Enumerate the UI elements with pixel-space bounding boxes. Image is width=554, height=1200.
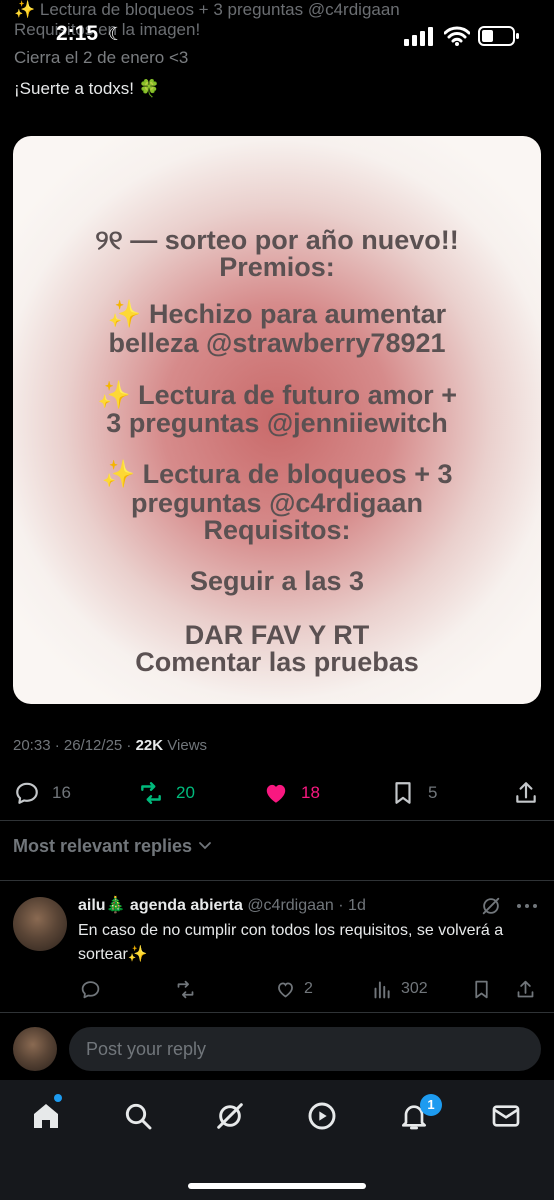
sparkle-icon: ✨ bbox=[107, 299, 142, 329]
bookmark-count: 5 bbox=[428, 783, 438, 802]
image-req-1: Seguir a las 3 bbox=[189, 566, 365, 596]
sparkle-icon: ✨ bbox=[101, 459, 136, 489]
views-chart-icon bbox=[374, 981, 390, 998]
reply-button[interactable]: 16 bbox=[14, 778, 71, 808]
reply-like-button[interactable]: 2 bbox=[275, 977, 313, 1001]
reply-header: ailu🎄 agenda abierta @c4rdigaan · 1d bbox=[78, 895, 366, 915]
reply-author-handle: @c4rdigaan · 1d bbox=[247, 897, 366, 914]
chevron-down-icon bbox=[199, 842, 211, 850]
grok-icon[interactable] bbox=[214, 1100, 246, 1132]
like-count: 18 bbox=[301, 783, 320, 802]
image-title: ୨୧ — sorteo por año nuevo!! bbox=[95, 225, 459, 255]
heart-icon bbox=[266, 784, 286, 803]
divider bbox=[0, 1012, 554, 1013]
tweet-timestamp: 20:33 · 26/12/25 · bbox=[13, 737, 136, 754]
tweet-meta: 20:33 · 26/12/25 · 22K Views bbox=[13, 737, 207, 754]
bookmark-icon bbox=[395, 782, 411, 804]
reply-share-button[interactable] bbox=[515, 977, 536, 1001]
reply-like-count: 2 bbox=[304, 980, 313, 997]
image-premios: Premios: bbox=[219, 252, 335, 282]
retweet-count: 20 bbox=[176, 783, 195, 802]
home-indicator bbox=[188, 1183, 366, 1189]
share-icon bbox=[516, 782, 536, 803]
replies-sort-dropdown[interactable]: Most relevant replies bbox=[13, 836, 213, 857]
image-requisitos: Requisitos: bbox=[203, 515, 351, 545]
search-icon[interactable] bbox=[122, 1100, 154, 1132]
divider bbox=[0, 880, 554, 881]
tweet-text-line-1: ✨ Lectura de bloqueos + 3 preguntas @c4r… bbox=[14, 0, 400, 19]
notifications-badge: 1 bbox=[420, 1094, 442, 1116]
reply-reply-button[interactable] bbox=[80, 977, 101, 1001]
tweet-image[interactable]: ୨୧ — sorteo por año nuevo!! Premios: ✨ H… bbox=[13, 136, 541, 704]
image-req-3: Comentar las pruebas bbox=[135, 647, 419, 677]
avatar[interactable] bbox=[13, 897, 67, 951]
avatar[interactable] bbox=[13, 1027, 57, 1071]
reply-retweet-button[interactable] bbox=[175, 977, 204, 1001]
image-req-2: DAR FAV Y RT bbox=[184, 620, 370, 650]
cellular-signal-icon bbox=[404, 27, 433, 46]
bookmark-icon bbox=[475, 980, 488, 998]
image-prize-1-line-2: belleza @strawberry78921 bbox=[108, 328, 446, 358]
reply-text: En caso de no cumplir con todos los requ… bbox=[78, 922, 504, 963]
views-label: Views bbox=[163, 737, 208, 754]
prize-2-text: Lectura de futuro amor + bbox=[138, 380, 457, 410]
image-prize-3-line-2: preguntas @c4rdigaan bbox=[131, 488, 423, 518]
share-icon bbox=[517, 980, 534, 997]
share-button[interactable] bbox=[513, 778, 539, 808]
reply-icon bbox=[16, 782, 38, 804]
image-prize-2-line-1: ✨ Lectura de futuro amor + bbox=[13, 381, 541, 410]
retweet-icon bbox=[141, 782, 161, 804]
moon-icon: ☾ bbox=[108, 24, 125, 44]
views-count: 22K bbox=[135, 737, 164, 754]
messages-icon[interactable] bbox=[490, 1100, 522, 1132]
reply-view-count: 302 bbox=[401, 980, 428, 997]
bottom-nav bbox=[0, 1080, 554, 1200]
image-prize-1-line-1: ✨ Hechizo para aumentar bbox=[13, 300, 541, 329]
replies-sort-label: Most relevant replies bbox=[13, 836, 193, 856]
video-play-icon[interactable] bbox=[306, 1100, 338, 1132]
reply-icon bbox=[81, 980, 100, 998]
prize-1-text: Hechizo para aumentar bbox=[149, 299, 447, 329]
tweet-text-line-4: ¡Suerte a todxs! 🍀 bbox=[14, 79, 160, 98]
reply-bookmark-button[interactable] bbox=[471, 977, 492, 1001]
like-button[interactable]: 18 bbox=[263, 778, 320, 808]
sparkle-icon: ✨ bbox=[97, 380, 131, 410]
reply-input[interactable]: Post your reply bbox=[69, 1027, 541, 1071]
reply-count: 16 bbox=[52, 783, 71, 802]
home-icon[interactable] bbox=[30, 1100, 62, 1132]
wifi-icon bbox=[444, 26, 470, 46]
battery-icon bbox=[478, 26, 519, 46]
grok-icon[interactable] bbox=[480, 895, 502, 917]
divider bbox=[0, 820, 554, 821]
heart-icon bbox=[278, 981, 293, 998]
bookmark-button[interactable]: 5 bbox=[390, 778, 437, 808]
prize-3-text: Lectura de bloqueos + 3 bbox=[142, 459, 453, 489]
home-unread-dot bbox=[54, 1094, 62, 1102]
reply-views[interactable]: 302 bbox=[372, 977, 428, 1001]
reply-author-name[interactable]: ailu🎄 agenda abierta bbox=[78, 897, 243, 914]
more-icon[interactable] bbox=[514, 895, 540, 917]
retweet-button[interactable]: 20 bbox=[138, 778, 195, 808]
image-prize-3-line-1: ✨ Lectura de bloqueos + 3 bbox=[13, 460, 541, 489]
status-time: 2:15 bbox=[56, 22, 99, 45]
image-prize-2-line-2: 3 preguntas @jenniiewitch bbox=[106, 408, 448, 438]
tweet-text-line-3: Cierra el 2 de enero <3 bbox=[14, 48, 189, 67]
retweet-icon bbox=[177, 980, 194, 998]
